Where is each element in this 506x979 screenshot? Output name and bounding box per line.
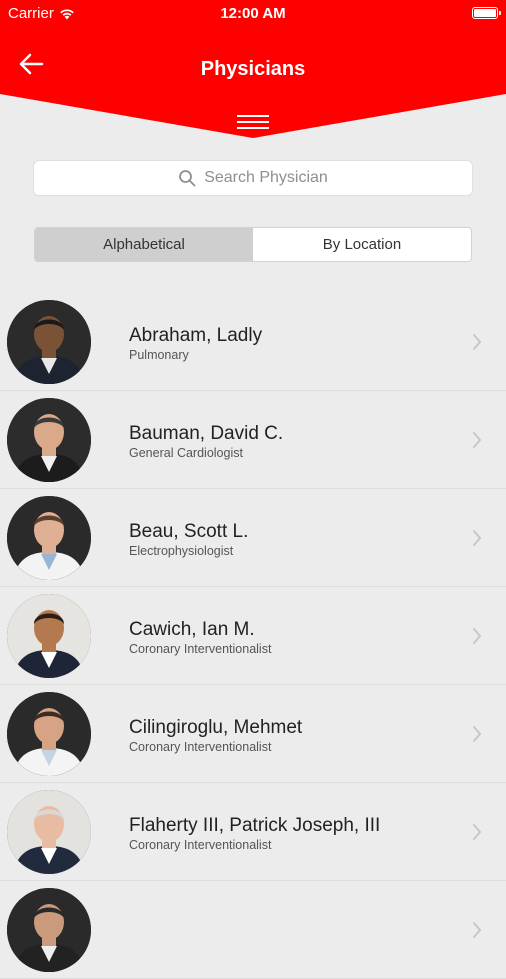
physician-specialty: General Cardiologist: [129, 446, 243, 460]
physician-row[interactable]: Flaherty III, Patrick Joseph, III Coronar…: [0, 783, 506, 881]
physician-row[interactable]: Beau, Scott L. Electrophysiologist: [0, 489, 506, 587]
physician-row[interactable]: [0, 881, 506, 979]
physician-name: Cilingiroglu, Mehmet: [129, 717, 303, 738]
physician-row[interactable]: Cilingiroglu, Mehmet Coronary Interventio…: [0, 685, 506, 783]
physician-avatar: [7, 300, 91, 384]
chevron-right-icon: [473, 530, 481, 546]
chevron-right-icon: [473, 726, 481, 742]
physician-avatar: [7, 594, 91, 678]
physician-avatar: [7, 398, 91, 482]
page-title: Physicians: [200, 58, 306, 80]
chevron-right-icon: [473, 334, 481, 350]
sort-segmented-control: Alphabetical By Location: [34, 227, 472, 262]
physician-row[interactable]: Abraham, Ladly Pulmonary: [0, 293, 506, 391]
physician-name: Flaherty III, Patrick Joseph, III: [129, 815, 381, 836]
physician-avatar: [7, 888, 91, 972]
clock: 12:00 AM: [220, 5, 286, 22]
segment-by-location[interactable]: By Location: [253, 228, 471, 261]
physician-row[interactable]: Bauman, David C. General Cardiologist: [0, 391, 506, 489]
search-field[interactable]: Search Physician: [34, 161, 472, 195]
chevron-right-icon: [473, 628, 481, 644]
physician-avatar: [7, 692, 91, 776]
physician-list: Abraham, Ladly Pulmonary Bauman, David C. G…: [0, 293, 506, 979]
chevron-right-icon: [473, 922, 481, 938]
physician-specialty: Coronary Interventionalist: [129, 838, 272, 852]
physician-name: Bauman, David C.: [129, 423, 284, 444]
physician-name: Cawich, Ian M.: [129, 619, 255, 640]
chevron-right-icon: [473, 824, 481, 840]
physician-name: Beau, Scott L.: [129, 521, 249, 542]
physician-row[interactable]: Cawich, Ian M. Coronary Interventionalist: [0, 587, 506, 685]
physician-specialty: Coronary Interventionalist: [129, 740, 272, 754]
battery-icon: [472, 7, 501, 19]
physician-avatar: [7, 790, 91, 874]
physician-avatar: [7, 496, 91, 580]
physician-specialty: Coronary Interventionalist: [129, 642, 272, 656]
search-placeholder: Search Physician: [204, 169, 328, 186]
status-bar: Carrier 12:00 AM: [0, 0, 506, 28]
physician-specialty: Pulmonary: [129, 348, 189, 362]
search-icon: [179, 170, 196, 187]
segment-alphabetical[interactable]: Alphabetical: [35, 228, 253, 261]
physician-name: Abraham, Ladly: [129, 325, 263, 346]
hamburger-menu-icon[interactable]: [237, 114, 269, 130]
chevron-right-icon: [473, 432, 481, 448]
physician-specialty: Electrophysiologist: [129, 544, 234, 558]
